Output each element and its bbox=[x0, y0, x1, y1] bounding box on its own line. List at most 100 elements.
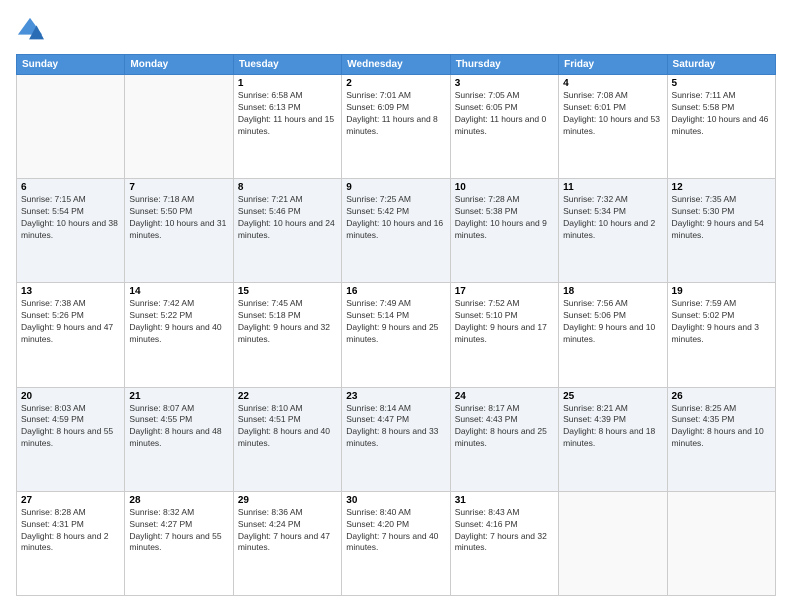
calendar-cell: 26Sunrise: 8:25 AMSunset: 4:35 PMDayligh… bbox=[667, 387, 775, 491]
calendar-cell: 17Sunrise: 7:52 AMSunset: 5:10 PMDayligh… bbox=[450, 283, 558, 387]
calendar-week-row: 6Sunrise: 7:15 AMSunset: 5:54 PMDaylight… bbox=[17, 179, 776, 283]
weekday-header: Thursday bbox=[450, 55, 558, 75]
day-number: 16 bbox=[346, 286, 445, 297]
weekday-header: Friday bbox=[559, 55, 667, 75]
calendar-cell: 7Sunrise: 7:18 AMSunset: 5:50 PMDaylight… bbox=[125, 179, 233, 283]
logo-icon bbox=[16, 16, 44, 44]
calendar-cell: 8Sunrise: 7:21 AMSunset: 5:46 PMDaylight… bbox=[233, 179, 341, 283]
calendar-cell: 25Sunrise: 8:21 AMSunset: 4:39 PMDayligh… bbox=[559, 387, 667, 491]
day-number: 27 bbox=[21, 495, 120, 506]
day-detail: Sunrise: 7:42 AMSunset: 5:22 PMDaylight:… bbox=[129, 298, 228, 346]
calendar-cell: 23Sunrise: 8:14 AMSunset: 4:47 PMDayligh… bbox=[342, 387, 450, 491]
day-number: 30 bbox=[346, 495, 445, 506]
day-number: 13 bbox=[21, 286, 120, 297]
calendar-cell: 4Sunrise: 7:08 AMSunset: 6:01 PMDaylight… bbox=[559, 75, 667, 179]
calendar-cell: 14Sunrise: 7:42 AMSunset: 5:22 PMDayligh… bbox=[125, 283, 233, 387]
day-number: 24 bbox=[455, 391, 554, 402]
day-detail: Sunrise: 7:45 AMSunset: 5:18 PMDaylight:… bbox=[238, 298, 337, 346]
day-number: 17 bbox=[455, 286, 554, 297]
day-detail: Sunrise: 7:49 AMSunset: 5:14 PMDaylight:… bbox=[346, 298, 445, 346]
calendar-cell bbox=[667, 491, 775, 595]
calendar-cell: 22Sunrise: 8:10 AMSunset: 4:51 PMDayligh… bbox=[233, 387, 341, 491]
calendar-table: SundayMondayTuesdayWednesdayThursdayFrid… bbox=[16, 54, 776, 596]
day-number: 6 bbox=[21, 182, 120, 193]
calendar-week-row: 20Sunrise: 8:03 AMSunset: 4:59 PMDayligh… bbox=[17, 387, 776, 491]
calendar-cell: 13Sunrise: 7:38 AMSunset: 5:26 PMDayligh… bbox=[17, 283, 125, 387]
day-detail: Sunrise: 7:28 AMSunset: 5:38 PMDaylight:… bbox=[455, 194, 554, 242]
calendar-cell: 20Sunrise: 8:03 AMSunset: 4:59 PMDayligh… bbox=[17, 387, 125, 491]
day-detail: Sunrise: 7:52 AMSunset: 5:10 PMDaylight:… bbox=[455, 298, 554, 346]
day-number: 26 bbox=[672, 391, 771, 402]
day-number: 23 bbox=[346, 391, 445, 402]
calendar-cell: 3Sunrise: 7:05 AMSunset: 6:05 PMDaylight… bbox=[450, 75, 558, 179]
day-number: 19 bbox=[672, 286, 771, 297]
day-number: 8 bbox=[238, 182, 337, 193]
calendar-page: SundayMondayTuesdayWednesdayThursdayFrid… bbox=[0, 0, 792, 612]
day-number: 7 bbox=[129, 182, 228, 193]
calendar-cell: 9Sunrise: 7:25 AMSunset: 5:42 PMDaylight… bbox=[342, 179, 450, 283]
day-number: 1 bbox=[238, 78, 337, 89]
day-detail: Sunrise: 7:21 AMSunset: 5:46 PMDaylight:… bbox=[238, 194, 337, 242]
calendar-cell: 15Sunrise: 7:45 AMSunset: 5:18 PMDayligh… bbox=[233, 283, 341, 387]
day-number: 20 bbox=[21, 391, 120, 402]
calendar-cell bbox=[17, 75, 125, 179]
calendar-cell: 28Sunrise: 8:32 AMSunset: 4:27 PMDayligh… bbox=[125, 491, 233, 595]
weekday-header: Monday bbox=[125, 55, 233, 75]
day-detail: Sunrise: 7:08 AMSunset: 6:01 PMDaylight:… bbox=[563, 90, 662, 138]
day-detail: Sunrise: 8:03 AMSunset: 4:59 PMDaylight:… bbox=[21, 403, 120, 451]
day-detail: Sunrise: 6:58 AMSunset: 6:13 PMDaylight:… bbox=[238, 90, 337, 138]
day-number: 5 bbox=[672, 78, 771, 89]
day-detail: Sunrise: 8:17 AMSunset: 4:43 PMDaylight:… bbox=[455, 403, 554, 451]
calendar-week-row: 1Sunrise: 6:58 AMSunset: 6:13 PMDaylight… bbox=[17, 75, 776, 179]
day-detail: Sunrise: 8:14 AMSunset: 4:47 PMDaylight:… bbox=[346, 403, 445, 451]
day-detail: Sunrise: 8:10 AMSunset: 4:51 PMDaylight:… bbox=[238, 403, 337, 451]
day-detail: Sunrise: 7:59 AMSunset: 5:02 PMDaylight:… bbox=[672, 298, 771, 346]
calendar-cell: 30Sunrise: 8:40 AMSunset: 4:20 PMDayligh… bbox=[342, 491, 450, 595]
day-number: 31 bbox=[455, 495, 554, 506]
day-number: 22 bbox=[238, 391, 337, 402]
day-detail: Sunrise: 8:28 AMSunset: 4:31 PMDaylight:… bbox=[21, 507, 120, 555]
calendar-cell: 10Sunrise: 7:28 AMSunset: 5:38 PMDayligh… bbox=[450, 179, 558, 283]
day-detail: Sunrise: 7:15 AMSunset: 5:54 PMDaylight:… bbox=[21, 194, 120, 242]
weekday-header-row: SundayMondayTuesdayWednesdayThursdayFrid… bbox=[17, 55, 776, 75]
calendar-cell bbox=[559, 491, 667, 595]
calendar-cell: 1Sunrise: 6:58 AMSunset: 6:13 PMDaylight… bbox=[233, 75, 341, 179]
day-number: 14 bbox=[129, 286, 228, 297]
day-number: 15 bbox=[238, 286, 337, 297]
calendar-cell: 16Sunrise: 7:49 AMSunset: 5:14 PMDayligh… bbox=[342, 283, 450, 387]
day-detail: Sunrise: 7:11 AMSunset: 5:58 PMDaylight:… bbox=[672, 90, 771, 138]
day-number: 11 bbox=[563, 182, 662, 193]
day-detail: Sunrise: 7:32 AMSunset: 5:34 PMDaylight:… bbox=[563, 194, 662, 242]
day-number: 21 bbox=[129, 391, 228, 402]
day-detail: Sunrise: 8:36 AMSunset: 4:24 PMDaylight:… bbox=[238, 507, 337, 555]
calendar-week-row: 13Sunrise: 7:38 AMSunset: 5:26 PMDayligh… bbox=[17, 283, 776, 387]
calendar-week-row: 27Sunrise: 8:28 AMSunset: 4:31 PMDayligh… bbox=[17, 491, 776, 595]
calendar-cell: 31Sunrise: 8:43 AMSunset: 4:16 PMDayligh… bbox=[450, 491, 558, 595]
day-detail: Sunrise: 7:25 AMSunset: 5:42 PMDaylight:… bbox=[346, 194, 445, 242]
calendar-cell: 6Sunrise: 7:15 AMSunset: 5:54 PMDaylight… bbox=[17, 179, 125, 283]
day-number: 3 bbox=[455, 78, 554, 89]
calendar-cell: 24Sunrise: 8:17 AMSunset: 4:43 PMDayligh… bbox=[450, 387, 558, 491]
day-detail: Sunrise: 8:21 AMSunset: 4:39 PMDaylight:… bbox=[563, 403, 662, 451]
page-header bbox=[16, 16, 776, 44]
day-detail: Sunrise: 7:01 AMSunset: 6:09 PMDaylight:… bbox=[346, 90, 445, 138]
calendar-cell: 12Sunrise: 7:35 AMSunset: 5:30 PMDayligh… bbox=[667, 179, 775, 283]
day-number: 9 bbox=[346, 182, 445, 193]
calendar-cell: 21Sunrise: 8:07 AMSunset: 4:55 PMDayligh… bbox=[125, 387, 233, 491]
weekday-header: Tuesday bbox=[233, 55, 341, 75]
day-detail: Sunrise: 7:18 AMSunset: 5:50 PMDaylight:… bbox=[129, 194, 228, 242]
calendar-cell bbox=[125, 75, 233, 179]
day-detail: Sunrise: 7:35 AMSunset: 5:30 PMDaylight:… bbox=[672, 194, 771, 242]
calendar-cell: 19Sunrise: 7:59 AMSunset: 5:02 PMDayligh… bbox=[667, 283, 775, 387]
calendar-cell: 27Sunrise: 8:28 AMSunset: 4:31 PMDayligh… bbox=[17, 491, 125, 595]
day-number: 28 bbox=[129, 495, 228, 506]
calendar-cell: 29Sunrise: 8:36 AMSunset: 4:24 PMDayligh… bbox=[233, 491, 341, 595]
day-detail: Sunrise: 8:07 AMSunset: 4:55 PMDaylight:… bbox=[129, 403, 228, 451]
calendar-cell: 18Sunrise: 7:56 AMSunset: 5:06 PMDayligh… bbox=[559, 283, 667, 387]
calendar-cell: 5Sunrise: 7:11 AMSunset: 5:58 PMDaylight… bbox=[667, 75, 775, 179]
calendar-cell: 11Sunrise: 7:32 AMSunset: 5:34 PMDayligh… bbox=[559, 179, 667, 283]
day-detail: Sunrise: 7:38 AMSunset: 5:26 PMDaylight:… bbox=[21, 298, 120, 346]
day-number: 4 bbox=[563, 78, 662, 89]
day-number: 18 bbox=[563, 286, 662, 297]
day-detail: Sunrise: 7:56 AMSunset: 5:06 PMDaylight:… bbox=[563, 298, 662, 346]
